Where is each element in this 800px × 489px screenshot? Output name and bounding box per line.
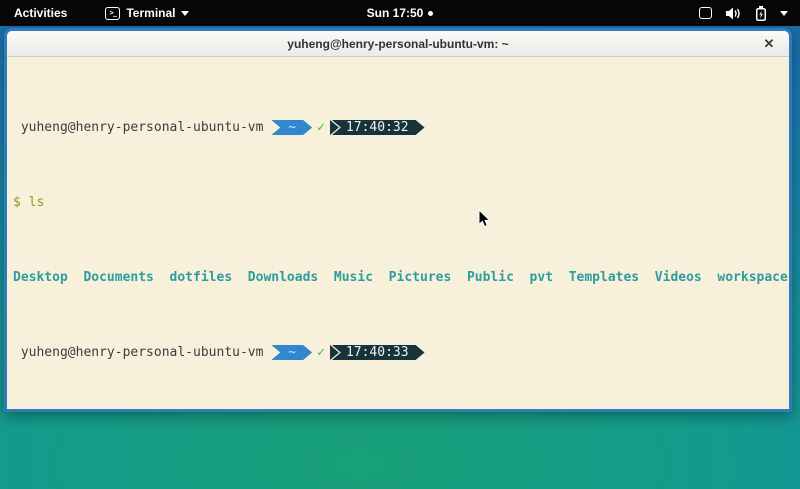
- prompt-user-host: yuheng@henry-personal-ubuntu-vm: [13, 120, 271, 135]
- prompt-path-segment: ~: [271, 120, 312, 135]
- app-menu-terminal[interactable]: >_ Terminal: [105, 0, 189, 26]
- terminal-content[interactable]: yuheng@henry-personal-ubuntu-vm ~ ✓ 17:4…: [7, 57, 789, 412]
- close-button[interactable]: ✕: [759, 31, 779, 56]
- battery-charging-icon: [756, 6, 766, 21]
- prompt-time-segment: 17:40:33: [332, 345, 425, 360]
- check-icon: ✓: [312, 345, 330, 360]
- output-line: Desktop Documents dotfiles Downloads Mus…: [13, 270, 789, 285]
- prompt-user-host: yuheng@henry-personal-ubuntu-vm: [13, 345, 271, 360]
- mouse-cursor-icon: [478, 209, 491, 228]
- command-line: $ ls: [13, 195, 789, 210]
- prompt-path-segment: ~: [271, 345, 312, 360]
- prompt-time-segment: 17:40:32: [332, 120, 425, 135]
- window-titlebar[interactable]: yuheng@henry-personal-ubuntu-vm: ~ ✕: [7, 31, 789, 57]
- system-status-area[interactable]: [687, 0, 800, 26]
- notification-dot-icon: [428, 11, 433, 16]
- typed-command: ls: [29, 195, 45, 210]
- activities-button[interactable]: Activities: [0, 0, 81, 26]
- chevron-down-icon: [181, 11, 189, 16]
- window-title: yuheng@henry-personal-ubuntu-vm: ~: [287, 37, 508, 51]
- check-icon: ✓: [312, 120, 330, 135]
- display-icon: [699, 7, 712, 19]
- volume-icon: [726, 7, 742, 20]
- chevron-down-icon: [780, 11, 788, 16]
- prompt-symbol: $: [13, 195, 21, 210]
- app-menu-label: Terminal: [126, 6, 175, 20]
- top-bar: Activities >_ Terminal Sun 17:50: [0, 0, 800, 26]
- ls-output: Desktop Documents dotfiles Downloads Mus…: [13, 270, 788, 285]
- clock[interactable]: Sun 17:50: [367, 6, 424, 20]
- terminal-window: yuheng@henry-personal-ubuntu-vm: ~ ✕ yuh…: [4, 28, 792, 412]
- terminal-app-icon: >_: [105, 7, 120, 20]
- prompt-line: yuheng@henry-personal-ubuntu-vm ~ ✓ 17:4…: [13, 345, 789, 360]
- prompt-line: yuheng@henry-personal-ubuntu-vm ~ ✓ 17:4…: [13, 120, 789, 135]
